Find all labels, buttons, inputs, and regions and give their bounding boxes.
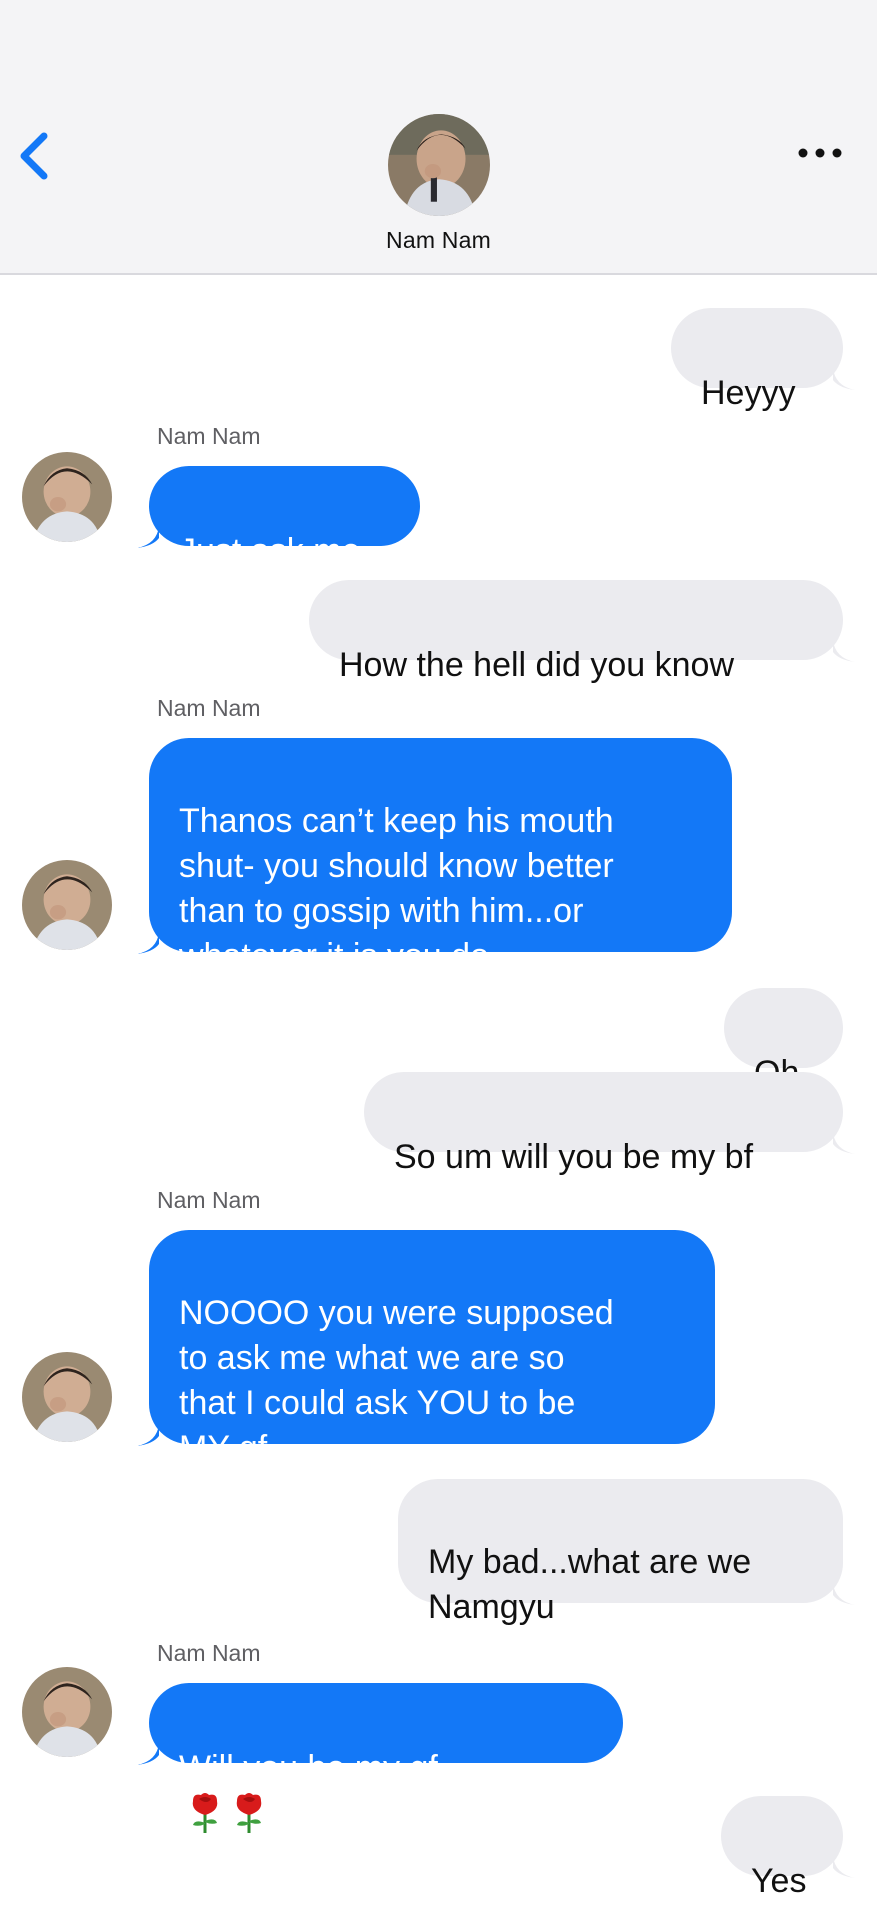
bubble-tail: [137, 1743, 159, 1765]
sender-name: Nam Nam: [157, 423, 261, 449]
message-text: Will you be my gf: [179, 1749, 438, 1787]
bubble-tail: [833, 1132, 855, 1154]
outgoing-message-bubble[interactable]: So um will you be my bf: [364, 1072, 855, 1176]
conversation-header: Nam Nam: [0, 0, 877, 275]
sender-name: Nam Nam: [157, 1640, 261, 1666]
message-text: Just ask me: [179, 532, 361, 570]
chevron-left-icon: [20, 132, 48, 180]
outgoing-message-bubble[interactable]: Yes: [721, 1796, 855, 1900]
rose-icon: [192, 1793, 218, 1833]
bubble-tail: [833, 1856, 855, 1878]
ellipsis-icon: [798, 148, 842, 158]
incoming-message-bubble[interactable]: NOOOO you were supposed to ask me what w…: [137, 1230, 715, 1467]
sender-avatar[interactable]: [22, 860, 112, 950]
outgoing-message-bubble[interactable]: Heyyy: [671, 308, 855, 412]
message-text: How the hell did you know: [339, 646, 735, 684]
incoming-message-bubble[interactable]: Will you be my gf: [137, 1683, 623, 1833]
bubble-tail: [833, 1583, 855, 1605]
bubble-tail: [833, 640, 855, 662]
bubble-tail: [137, 932, 159, 954]
message-text: My bad...what are we Namgyu: [428, 1543, 752, 1626]
incoming-message-bubble[interactable]: Thanos can’t keep his mouth shut- you sh…: [137, 738, 732, 975]
incoming-message-bubble[interactable]: Just ask me: [137, 466, 420, 570]
sender-name: Nam Nam: [157, 1187, 261, 1213]
contact-name[interactable]: Nam Nam: [0, 227, 877, 254]
back-button[interactable]: [14, 128, 58, 184]
more-options-button[interactable]: [795, 138, 845, 168]
rose-icon: [236, 1793, 262, 1833]
messenger-conversation: Nam Nam Heyyy Nam Nam Just ask me How th…: [0, 0, 877, 1920]
sender-avatar[interactable]: [22, 1352, 112, 1442]
outgoing-message-bubble[interactable]: My bad...what are we Namgyu: [398, 1479, 855, 1626]
outgoing-message-bubble[interactable]: Oh: [724, 988, 843, 1092]
message-text: Yes: [751, 1862, 807, 1900]
sender-name: Nam Nam: [157, 695, 261, 721]
sender-avatar[interactable]: [22, 1667, 112, 1757]
sender-avatar[interactable]: [22, 452, 112, 542]
bubble-tail: [833, 368, 855, 390]
message-text: So um will you be my bf: [394, 1138, 754, 1176]
bubble-tail: [137, 526, 159, 548]
contact-avatar[interactable]: [388, 114, 490, 216]
message-text: NOOOO you were supposed to ask me what w…: [179, 1294, 614, 1467]
outgoing-message-bubble[interactable]: How the hell did you know: [309, 580, 855, 684]
message-text: Heyyy: [701, 374, 796, 412]
message-text: Thanos can’t keep his mouth shut- you sh…: [179, 802, 614, 975]
bubble-tail: [137, 1424, 159, 1446]
